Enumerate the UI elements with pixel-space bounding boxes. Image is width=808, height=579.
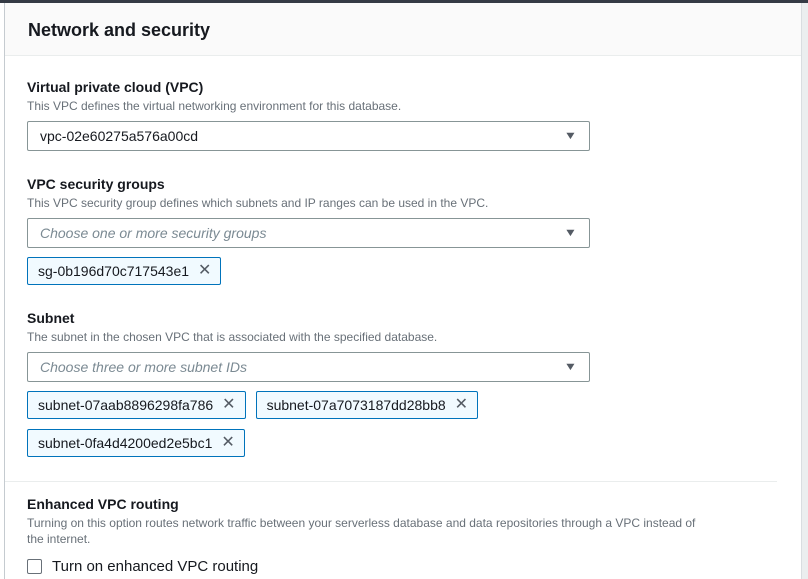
section-divider (5, 481, 777, 482)
subnet-description: The subnet in the chosen VPC that is ass… (27, 329, 777, 345)
vpc-description: This VPC defines the virtual networking … (27, 98, 777, 114)
token-label: sg-0b196d70c717543e1 (38, 262, 189, 280)
field-vpc: Virtual private cloud (VPC) This VPC def… (27, 78, 777, 151)
vpc-select[interactable]: vpc-02e60275a576a00cd ▼ (27, 121, 590, 151)
field-subnet: Subnet The subnet in the chosen VPC that… (27, 309, 777, 457)
subnet-token-list: subnet-07aab8896298fa786✕subnet-07a70731… (27, 391, 590, 457)
dismiss-token-icon[interactable]: ✕ (198, 263, 211, 279)
security-groups-label: VPC security groups (27, 175, 777, 193)
enhanced-vpc-routing-description: Turning on this option routes network tr… (27, 515, 699, 547)
selected-token: sg-0b196d70c717543e1 ✕ (27, 257, 221, 285)
vpc-select-value: vpc-02e60275a576a00cd (40, 128, 198, 144)
subnet-select[interactable]: Choose three or more subnet IDs ▼ (27, 352, 590, 382)
chevron-down-icon: ▼ (564, 131, 578, 142)
network-security-panel: Network and security Virtual private clo… (4, 3, 801, 579)
field-enhanced-vpc-routing: Enhanced VPC routing Turning on this opt… (27, 495, 777, 575)
enhanced-vpc-routing-checkbox-row: Turn on enhanced VPC routing (27, 558, 777, 575)
top-bar (0, 0, 808, 3)
token-label: subnet-0fa4d4200ed2e5bc1 (38, 434, 212, 452)
panel-title: Network and security (28, 19, 777, 41)
selected-token: subnet-07aab8896298fa786 ✕ (27, 391, 246, 419)
security-groups-select[interactable]: Choose one or more security groups ▼ (27, 218, 590, 248)
security-group-token-list: sg-0b196d70c717543e1 ✕ (27, 257, 590, 285)
panel-body: Virtual private cloud (VPC) This VPC def… (5, 56, 801, 575)
chevron-down-icon: ▼ (564, 228, 578, 239)
dismiss-token-icon[interactable]: ✕ (221, 435, 234, 451)
chevron-down-icon: ▼ (564, 362, 578, 373)
enhanced-vpc-routing-checkbox[interactable] (27, 559, 42, 574)
vpc-label: Virtual private cloud (VPC) (27, 78, 777, 96)
enhanced-vpc-routing-checkbox-label[interactable]: Turn on enhanced VPC routing (52, 558, 258, 575)
selected-token: subnet-0fa4d4200ed2e5bc1 ✕ (27, 429, 245, 457)
security-groups-description: This VPC security group defines which su… (27, 195, 777, 211)
dismiss-token-icon[interactable]: ✕ (222, 397, 235, 413)
subnet-placeholder: Choose three or more subnet IDs (40, 359, 247, 375)
subnet-label: Subnet (27, 309, 777, 327)
panel-header: Network and security (5, 3, 801, 56)
dismiss-token-icon[interactable]: ✕ (455, 397, 468, 413)
security-groups-placeholder: Choose one or more security groups (40, 225, 266, 241)
token-label: subnet-07a7073187dd28bb8 (267, 396, 446, 414)
selected-token: subnet-07a7073187dd28bb8 ✕ (256, 391, 478, 419)
token-label: subnet-07aab8896298fa786 (38, 396, 213, 414)
field-security-groups: VPC security groups This VPC security gr… (27, 175, 777, 285)
scrollbar-track[interactable] (801, 3, 808, 579)
enhanced-vpc-routing-label: Enhanced VPC routing (27, 495, 777, 513)
